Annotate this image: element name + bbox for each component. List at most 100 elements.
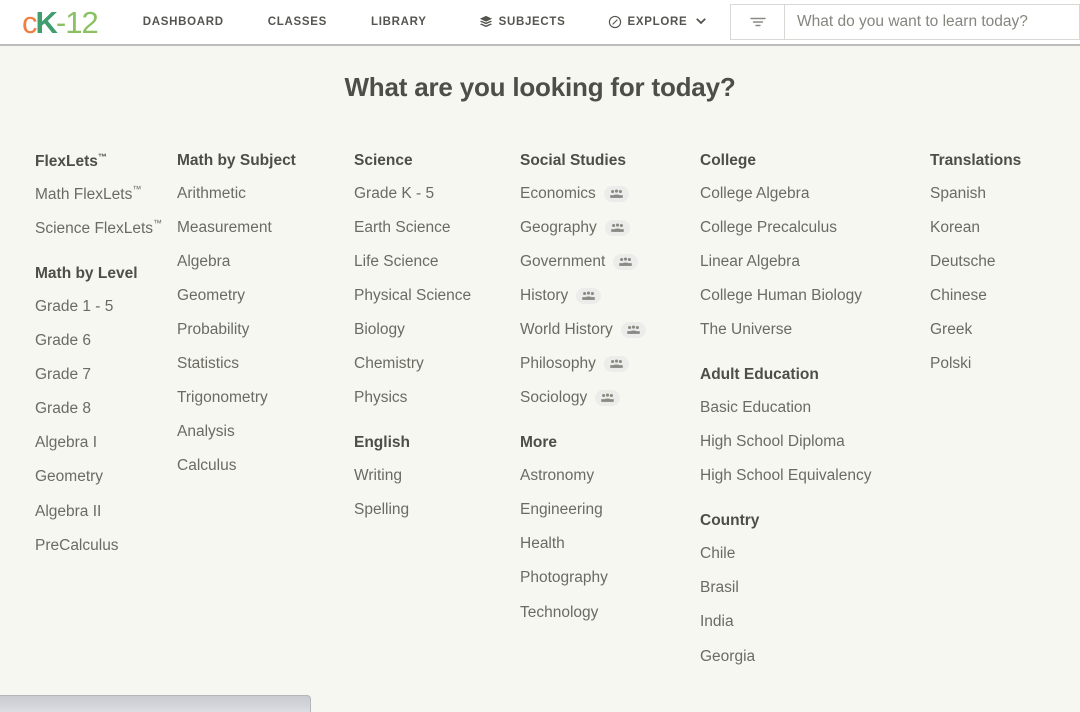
category-link[interactable]: Chinese (930, 287, 1045, 304)
group-title: FlexLets™ (35, 152, 107, 171)
category-link-label: Geometry (177, 287, 246, 305)
category-link[interactable]: Linear Algebra (700, 253, 930, 270)
category-column-3: Social Studies Economics Geography Governme… (520, 152, 700, 682)
category-link[interactable]: Geometry (177, 287, 354, 304)
filter-button[interactable] (730, 4, 784, 40)
category-link[interactable]: Philosophy (520, 355, 700, 372)
category-link-label: Calculus (177, 457, 237, 475)
category-link-label: Grade K - 5 (354, 185, 435, 202)
community-icon (603, 355, 629, 372)
category-link[interactable]: Calculus (177, 457, 354, 474)
category-link-label: Analysis (177, 423, 235, 441)
category-link[interactable]: Measurement (177, 219, 354, 236)
category-link[interactable]: Brasil (700, 579, 930, 596)
category-link[interactable]: Earth Science (354, 219, 520, 236)
category-link[interactable]: High School Diploma (700, 433, 930, 450)
category-link[interactable]: Grade K - 5 (354, 185, 520, 202)
category-link[interactable]: Grade 6 (35, 332, 177, 349)
category-link-label: Korean (930, 219, 980, 237)
category-link[interactable]: Geometry (35, 468, 177, 485)
category-link-label: Algebra (177, 253, 231, 271)
nav-item-dashboard[interactable]: DASHBOARD (143, 16, 224, 28)
category-link[interactable]: History (520, 287, 700, 304)
nav-item-library[interactable]: LIBRARY (371, 16, 427, 28)
category-link[interactable]: Health (520, 535, 700, 552)
category-link[interactable]: Photography (520, 569, 700, 586)
category-link[interactable]: Analysis (177, 423, 354, 440)
nav-label-explore: EXPLORE (627, 16, 688, 28)
category-link[interactable]: Grade 8 (35, 400, 177, 417)
category-link[interactable]: Basic Education (700, 399, 930, 416)
category-link[interactable]: Chile (700, 545, 930, 562)
ck12-logo[interactable]: c K -12 (22, 7, 99, 38)
category-link[interactable]: Science FlexLets ™ (35, 219, 177, 237)
category-group: Math by Level Grade 1 - 5 Grade 6 Grade 7 Gr… (35, 265, 177, 553)
category-link[interactable]: Korean (930, 219, 1045, 236)
category-link[interactable]: Life Science (354, 253, 520, 270)
category-link[interactable]: Engineering (520, 501, 700, 518)
category-link-label: Deutsche (930, 253, 996, 271)
nav-item-classes[interactable]: CLASSES (268, 16, 327, 28)
category-link[interactable]: Government (520, 253, 700, 270)
category-link[interactable]: Spelling (354, 501, 520, 518)
category-link[interactable]: College Precalculus (700, 219, 930, 236)
category-link-label: Spelling (354, 501, 410, 519)
category-link[interactable]: High School Equivalency (700, 467, 930, 484)
category-link-label: Trigonometry (177, 389, 268, 407)
category-link-label: Measurement (177, 219, 272, 237)
category-link[interactable]: Economics (520, 185, 700, 202)
category-link[interactable]: Math FlexLets ™ (35, 184, 177, 203)
category-column-1: Math by Subject Arithmetic Measurement Alge… (177, 152, 354, 682)
nav-item-subjects[interactable]: SUBJECTS (479, 15, 566, 29)
category-link[interactable]: World History (520, 321, 700, 338)
category-link[interactable]: Trigonometry (177, 389, 354, 406)
category-link-label: Sociology (520, 389, 588, 407)
category-link[interactable]: Georgia (700, 648, 930, 665)
category-link[interactable]: Sociology (520, 389, 700, 406)
category-link[interactable]: Technology (520, 604, 700, 621)
category-link-label: College Algebra (700, 185, 810, 202)
search-input[interactable] (784, 4, 1080, 40)
compass-icon (608, 15, 622, 29)
community-icon (576, 287, 602, 304)
group-title: College (700, 152, 756, 169)
category-column-2: Science Grade K - 5 Earth Science Life Scie… (354, 152, 520, 682)
download-bar[interactable] (0, 695, 311, 712)
category-link[interactable]: PreCalculus (35, 537, 177, 554)
category-link-label: Grade 7 (35, 366, 92, 384)
category-link[interactable]: The Universe (700, 321, 930, 338)
category-link[interactable]: Chemistry (354, 355, 520, 372)
category-link[interactable]: Algebra (177, 253, 354, 270)
category-link[interactable]: Algebra II (35, 503, 177, 520)
nav-label-library: LIBRARY (370, 16, 427, 28)
community-icon (603, 185, 629, 202)
category-link[interactable]: Astronomy (520, 467, 700, 484)
category-link[interactable]: Polski (930, 355, 1045, 372)
category-link[interactable]: Grade 7 (35, 366, 177, 383)
category-link[interactable]: Arithmetic (177, 185, 354, 202)
category-link-label: Life Science (354, 253, 439, 271)
category-link[interactable]: Statistics (177, 355, 354, 372)
category-link[interactable]: India (700, 613, 930, 630)
category-link[interactable]: Grade 1 - 5 (35, 298, 177, 315)
category-link-label: Geography (520, 219, 597, 237)
category-link[interactable]: Greek (930, 321, 1045, 338)
category-link[interactable]: Geography (520, 219, 700, 236)
category-link[interactable]: Probability (177, 321, 354, 338)
category-link[interactable]: Physics (354, 389, 520, 406)
category-link[interactable]: Algebra I (35, 434, 177, 451)
category-group: Math by Subject Arithmetic Measurement Alge… (177, 152, 354, 474)
category-link[interactable]: Biology (354, 321, 520, 338)
category-link[interactable]: College Algebra (700, 185, 930, 202)
category-link-label: Arithmetic (177, 185, 246, 202)
nav-item-explore[interactable]: EXPLORE (608, 15, 708, 29)
category-link[interactable]: Deutsche (930, 253, 1045, 270)
trademark-symbol: ™ (132, 184, 142, 195)
category-link[interactable]: Writing (354, 467, 520, 484)
category-link-label: Georgia (700, 647, 756, 665)
category-link[interactable]: Physical Science (354, 287, 520, 304)
category-link[interactable]: College Human Biology (700, 287, 930, 304)
category-link-label: High School Equivalency (700, 467, 872, 485)
category-link-label: Chile (700, 545, 736, 563)
category-link[interactable]: Spanish (930, 185, 1045, 202)
